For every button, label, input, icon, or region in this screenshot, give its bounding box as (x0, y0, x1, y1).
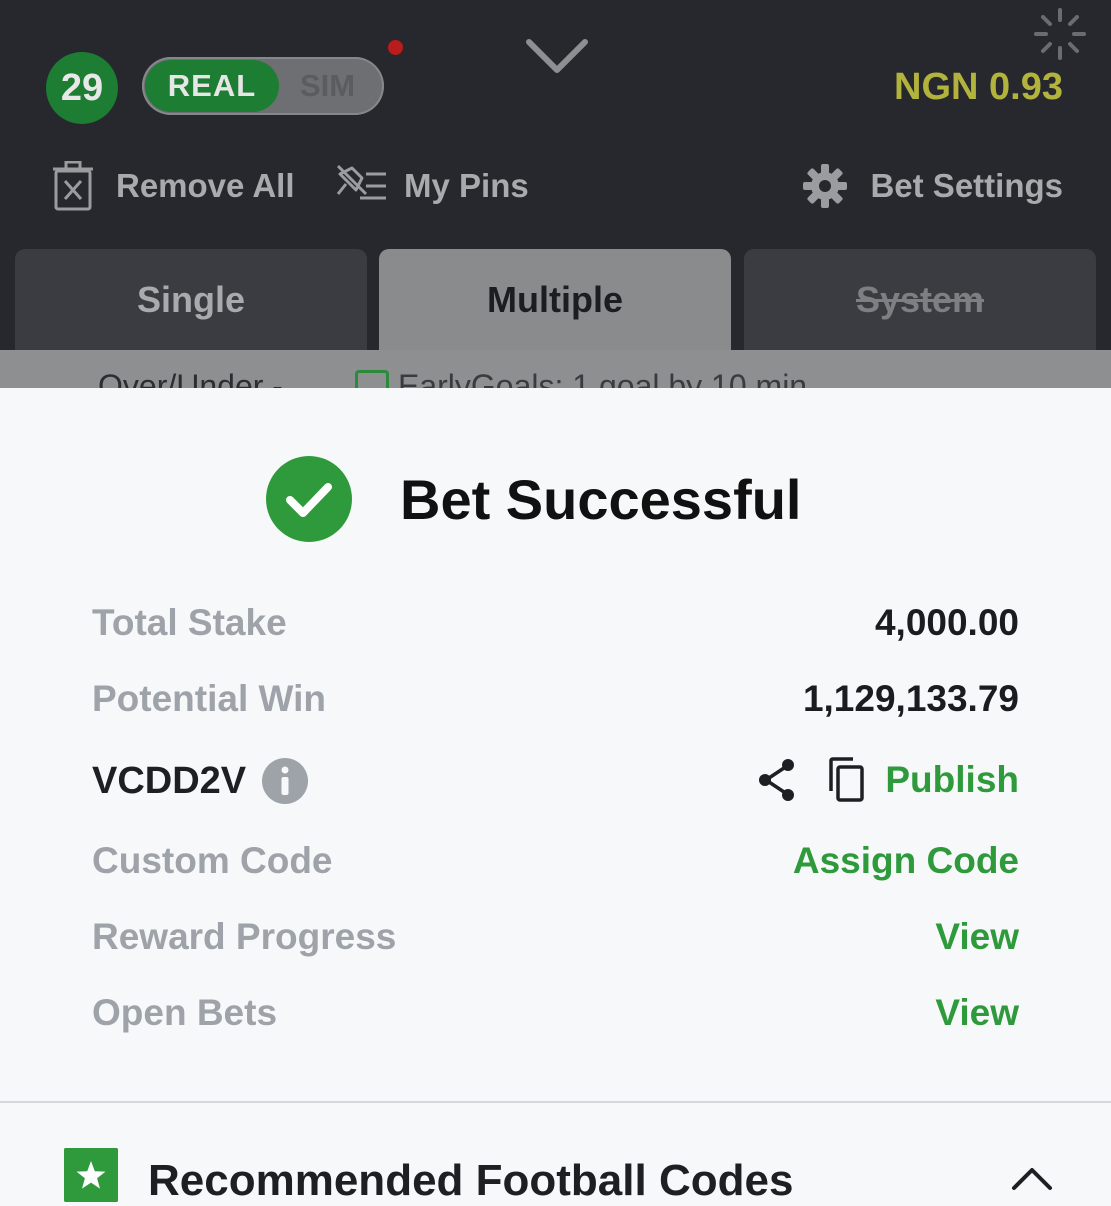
reward-progress-view-button[interactable]: View (935, 916, 1019, 958)
trash-icon (53, 161, 93, 211)
remove-all-button[interactable]: Remove All (52, 158, 295, 214)
success-heading: Bet Successful (266, 456, 802, 542)
section-divider (0, 1101, 1111, 1103)
real-mode-option[interactable]: REAL (145, 60, 279, 112)
remove-all-label: Remove All (116, 167, 295, 204)
tab-system-label: System (855, 278, 985, 320)
assign-code-button[interactable]: Assign Code (793, 840, 1019, 882)
share-icon[interactable] (757, 758, 797, 802)
tab-system: System (744, 249, 1096, 350)
chevron-down-icon[interactable] (524, 36, 590, 78)
info-icon[interactable] (262, 758, 309, 804)
success-title: Bet Successful (400, 467, 802, 531)
open-bets-view-button[interactable]: View (935, 992, 1019, 1034)
my-pins-button[interactable]: My Pins (336, 158, 529, 214)
bet-settings-button[interactable]: Bet Settings (802, 158, 1063, 214)
publish-button[interactable]: Publish (885, 759, 1019, 801)
custom-code-label: Custom Code (92, 840, 333, 881)
pin-list-icon (336, 164, 386, 200)
my-pins-label: My Pins (404, 167, 529, 204)
bet-settings-label: Bet Settings (870, 167, 1063, 204)
total-stake-label: Total Stake (92, 602, 287, 643)
chevron-up-icon[interactable] (1010, 1164, 1054, 1192)
code-actions: Publish (757, 754, 1019, 806)
bet-count-badge: 29 (46, 52, 118, 124)
real-sim-toggle[interactable]: REAL SIM (142, 57, 384, 115)
tab-single[interactable]: Single (15, 249, 367, 350)
total-stake-value: 4,000.00 (874, 602, 1019, 643)
check-circle-icon (266, 456, 352, 542)
obscured-selection-row: Over/Under - EarlyGoals: 1 goal by 10 mi… (0, 350, 1111, 388)
recommended-codes-title: Recommended Football Codes (148, 1156, 794, 1205)
tab-multiple-label: Multiple (487, 278, 623, 320)
sim-mode-option[interactable]: SIM (300, 57, 355, 115)
potential-win-label: Potential Win (92, 678, 326, 719)
obscured-option-label: EarlyGoals: 1 goal by 10 min (398, 368, 808, 388)
open-bets-label: Open Bets (92, 992, 278, 1033)
checkbox-icon (355, 370, 389, 388)
obscured-market-label: Over/Under - (98, 368, 283, 388)
star-icon (64, 1148, 118, 1202)
spinner-icon (1034, 8, 1086, 60)
booking-code-value: VCDD2V (92, 759, 247, 802)
gear-icon (803, 164, 848, 208)
notification-dot (388, 40, 403, 55)
tab-multiple[interactable]: Multiple (379, 249, 731, 350)
copy-icon[interactable] (825, 757, 865, 803)
reward-progress-label: Reward Progress (92, 916, 397, 957)
tab-single-label: Single (136, 278, 246, 320)
booking-code[interactable]: VCDD2V (92, 756, 309, 806)
account-balance: NGN 0.93 (894, 66, 1063, 108)
potential-win-value: 1,129,133.79 (802, 678, 1019, 719)
